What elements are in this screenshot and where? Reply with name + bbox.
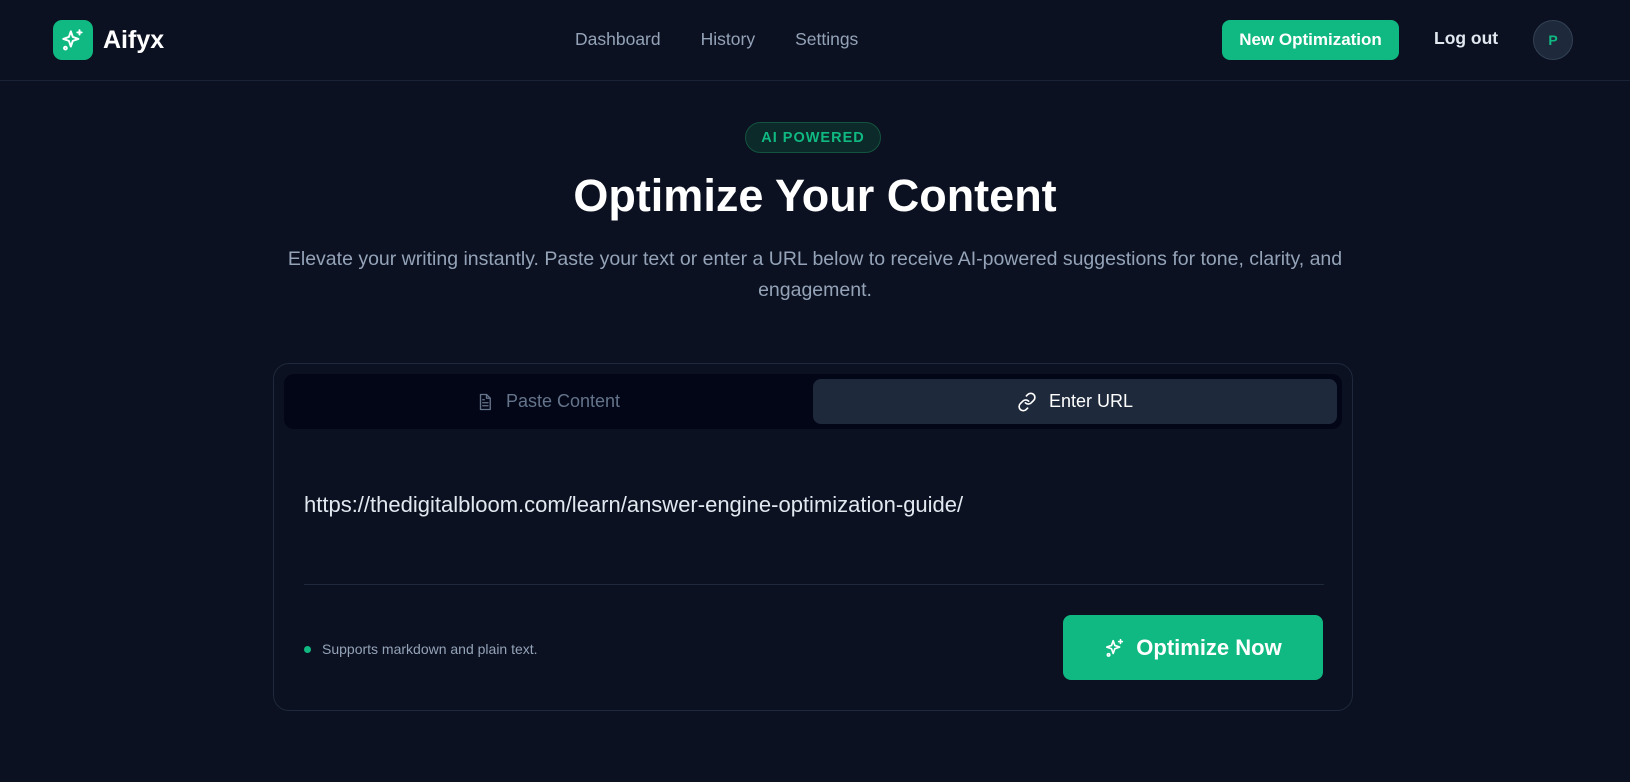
nav-links: Dashboard History Settings [575,29,898,50]
ai-powered-badge: AI POWERED [745,122,881,153]
document-icon [479,393,491,410]
nav-link-settings[interactable]: Settings [795,29,858,50]
tab-enter-url[interactable]: Enter URL [813,379,1337,424]
brand[interactable]: Aifyx [53,20,164,60]
top-navbar: Aifyx Dashboard History Settings New Opt… [0,0,1630,81]
status-dot [304,645,311,653]
input-mode-tabs: Paste Content Enter URL [284,374,1342,429]
optimize-now-label: Optimize Now [1136,634,1282,660]
new-optimization-button[interactable]: New Optimization [1222,20,1399,60]
tab-enter-url-label: Enter URL [1048,391,1134,411]
format-hint: Supports markdown and plain text. [304,641,538,657]
sparkles-icon [1106,638,1124,657]
optimize-now-button[interactable]: Optimize Now [1063,615,1323,680]
brand-name: Aifyx [103,25,165,54]
link-icon [1018,391,1036,412]
nav-link-history[interactable]: History [701,29,755,50]
logout-button[interactable]: Log out [1434,28,1498,49]
nav-link-dashboard[interactable]: Dashboard [575,29,661,50]
url-input[interactable] [304,480,1324,530]
tab-paste-content-label: Paste Content [505,391,621,411]
tab-paste-content[interactable]: Paste Content [288,379,808,424]
sparkles-icon [53,20,93,60]
page-subtitle: Elevate your writing instantly. Paste yo… [287,248,1343,301]
hint-text: Supports markdown and plain text. [322,641,538,657]
avatar[interactable]: P [1533,20,1573,60]
divider [304,584,1324,585]
optimize-card: Paste Content Enter URL Supports markdow… [273,363,1353,711]
page-title: Optimize Your Content [573,170,1057,221]
